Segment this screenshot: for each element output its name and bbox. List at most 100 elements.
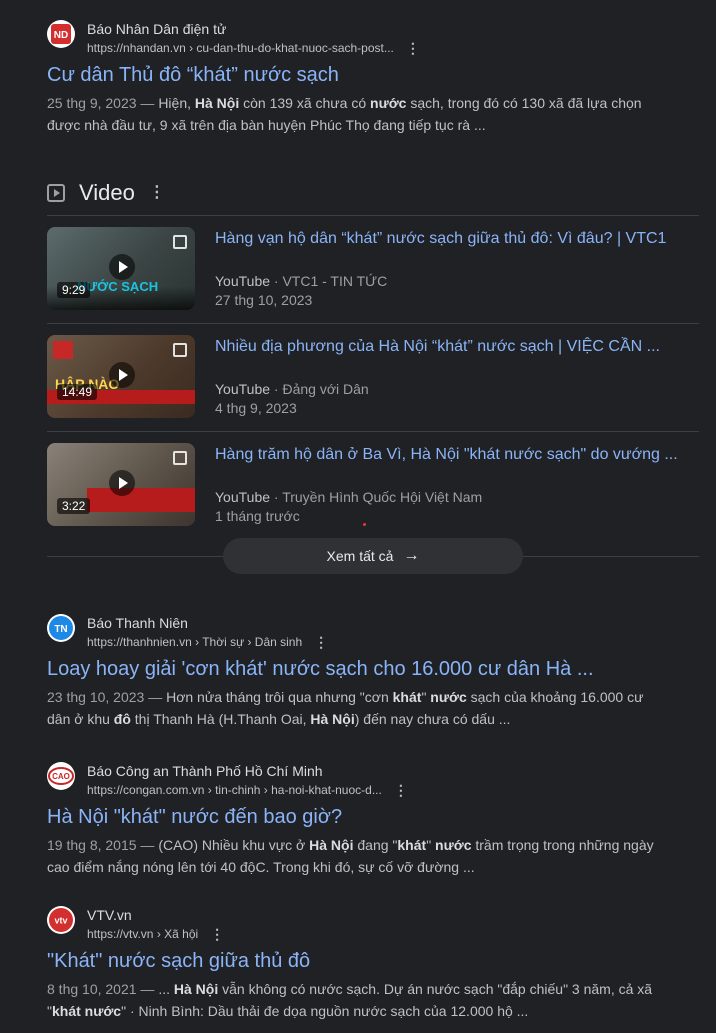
congan-logo-icon: CAO <box>48 767 74 785</box>
video-platform: YouTube <box>215 273 271 289</box>
video-title-link[interactable]: Hàng vạn hộ dân “khát” nước sạch giữa th… <box>215 228 699 250</box>
vtv-logo-icon: vtv <box>49 908 73 932</box>
site-name: Báo Nhân Dân điện tử <box>87 21 227 37</box>
site-url: https://vtv.vn <box>87 927 154 941</box>
site-url: https://thanhnien.vn <box>87 635 192 649</box>
video-item[interactable]: 3:22 Hàng trăm hộ dân ở Ba Vì, Hà Nội "k… <box>47 431 699 539</box>
video-platform: YouTube <box>215 489 271 505</box>
video-item[interactable]: NƯỚC SẠCH 9:29 Hàng vạn hộ dân “khát” nư… <box>47 215 699 323</box>
search-result: ND Báo Nhân Dân điện tử https://nhandan.… <box>47 20 667 136</box>
result-title-link[interactable]: "Khát" nước sạch giữa thủ đô <box>47 948 667 974</box>
url-breadcrumb: › Thời sự › Dân sinh <box>195 635 303 649</box>
result-snippet: 23 thg 10, 2023 — Hơn nửa tháng trôi qua… <box>47 686 667 730</box>
search-result: TN Báo Thanh Niên https://thanhnien.vn ›… <box>47 614 667 730</box>
video-duration: 9:29 <box>57 282 91 298</box>
url-breadcrumb: › Xã hội <box>156 927 199 941</box>
video-thumbnail[interactable]: HẬP NÀO 14:49 <box>47 335 195 418</box>
result-title-link[interactable]: Loay hoay giải 'cơn khát' nước sạch cho … <box>47 656 667 682</box>
keyword-highlight: Hà Nội <box>309 837 354 853</box>
keyword-highlight: khát <box>392 689 422 705</box>
more-options-icon[interactable]: ⋮ <box>406 41 420 55</box>
see-all-videos-button[interactable]: Xem tất cả → <box>223 538 523 574</box>
video-channel: · VTC1 - TIN TỨC <box>273 273 388 289</box>
video-platform: YouTube <box>215 381 271 397</box>
video-channel: · Truyền Hình Quốc Hội Việt Nam <box>273 489 483 505</box>
snippet-text: thị Thanh Hà (H.Thanh Oai, <box>130 711 311 727</box>
play-icon <box>109 254 135 280</box>
search-result: CAO Báo Công an Thành Phố Hồ Chí Minh ht… <box>47 762 667 878</box>
snippet-text: Hơn nửa tháng trôi qua nhưng "cơn <box>166 689 393 705</box>
result-source[interactable]: ND Báo Nhân Dân điện tử https://nhandan.… <box>47 20 667 55</box>
keyword-highlight: đô <box>113 711 131 727</box>
snippet-text: còn 139 xã chưa có <box>239 95 371 111</box>
snippet-text: " · Ninh Bình: Dầu thải đe dọa nguồn nướ… <box>121 1003 529 1019</box>
site-url: https://nhandan.vn <box>87 41 186 55</box>
video-section-title: Video <box>79 180 135 205</box>
result-date: 25 thg 9, 2023 — <box>47 95 159 111</box>
result-date: 8 thg 10, 2021 — <box>47 981 159 997</box>
result-source[interactable]: vtv VTV.vn https://vtv.vn › Xã hội ⋮ <box>47 906 667 941</box>
keyword-highlight: Hà Nội <box>173 981 219 997</box>
snippet-text: Hiện, <box>158 95 195 111</box>
keyword-highlight: Hà Nội <box>310 711 355 727</box>
result-source[interactable]: CAO Báo Công an Thành Phố Hồ Chí Minh ht… <box>47 762 667 797</box>
more-options-icon[interactable]: ⋮ <box>394 783 408 797</box>
svg-text:TN: TN <box>54 624 67 635</box>
more-options-icon[interactable]: ⋮ <box>210 927 224 941</box>
video-duration: 14:49 <box>57 384 98 400</box>
keyword-highlight: nước <box>435 837 472 853</box>
keyword-highlight: Hà Nội <box>194 95 240 111</box>
result-snippet: 19 thg 8, 2015 — (CAO) Nhiều khu vực ở H… <box>47 834 667 878</box>
url-breadcrumb: › cu-dan-thu-do-khat-nuoc-sach-post... <box>189 41 394 55</box>
result-title-link[interactable]: Hà Nội "khát" nước đến bao giờ? <box>47 804 667 830</box>
arrow-right-icon: → <box>403 547 420 564</box>
site-name: Báo Thanh Niên <box>87 615 188 631</box>
result-source[interactable]: TN Báo Thanh Niên https://thanhnien.vn ›… <box>47 614 667 649</box>
snippet-text: " <box>421 689 431 705</box>
cursor-marker <box>363 523 366 526</box>
video-icon <box>47 184 65 202</box>
result-snippet: 8 thg 10, 2021 — ... Hà Nội vẫn không có… <box>47 978 667 1022</box>
snippet-text: đang " <box>353 837 398 853</box>
snippet-text: ... <box>158 981 174 997</box>
keyword-highlight: khát <box>397 837 427 853</box>
video-date: 27 thg 10, 2023 <box>215 292 313 308</box>
search-result: vtv VTV.vn https://vtv.vn › Xã hội ⋮ "Kh… <box>47 906 667 1022</box>
video-title-link[interactable]: Hàng trăm hộ dân ở Ba Vì, Hà Nội "khát n… <box>215 444 699 466</box>
video-duration: 3:22 <box>57 498 91 514</box>
video-date: 4 thg 9, 2023 <box>215 400 297 416</box>
video-thumbnail[interactable]: 3:22 <box>47 443 195 526</box>
see-all-label: Xem tất cả <box>326 548 394 564</box>
video-channel: · Đảng với Dân <box>273 381 369 397</box>
video-title-link[interactable]: Nhiều địa phương của Hà Nội “khát” nước … <box>215 336 699 358</box>
more-options-icon[interactable]: ⋮ <box>149 185 165 201</box>
url-breadcrumb: › tin-chinh › ha-noi-khat-nuoc-d... <box>207 783 382 797</box>
snippet-text: (CAO) Nhiều khu vực ở <box>158 837 310 853</box>
result-date: 19 thg 8, 2015 — <box>47 837 159 853</box>
result-title-link[interactable]: Cư dân Thủ đô “khát” nước sạch <box>47 62 667 88</box>
site-favicon: TN <box>47 614 75 642</box>
svg-text:ND: ND <box>54 30 68 41</box>
site-favicon: ND <box>47 20 75 48</box>
site-name: Báo Công an Thành Phố Hồ Chí Minh <box>87 763 323 779</box>
snippet-text: " <box>426 837 436 853</box>
site-favicon: CAO <box>47 762 75 790</box>
keyword-highlight: nước <box>430 689 467 705</box>
open-external-icon <box>173 343 187 357</box>
keyword-highlight: khát nước <box>51 1003 122 1019</box>
video-item[interactable]: HẬP NÀO 14:49 Nhiều địa phương của Hà Nộ… <box>47 323 699 431</box>
site-favicon: vtv <box>47 906 75 934</box>
thanhnien-logo-icon: TN <box>49 616 73 640</box>
svg-text:CAO: CAO <box>52 772 70 781</box>
keyword-highlight: nước <box>370 95 407 111</box>
site-url: https://congan.com.vn <box>87 783 205 797</box>
open-external-icon <box>173 235 187 249</box>
result-date: 23 thg 10, 2023 — <box>47 689 167 705</box>
more-options-icon[interactable]: ⋮ <box>314 635 328 649</box>
open-external-icon <box>173 451 187 465</box>
snippet-text: ) đến nay chưa có dấu ... <box>354 711 511 727</box>
site-name: VTV.vn <box>87 907 132 923</box>
result-snippet: 25 thg 9, 2023 — Hiện, Hà Nội còn 139 xã… <box>47 92 667 136</box>
video-date: 1 tháng trước <box>215 508 300 524</box>
video-thumbnail[interactable]: NƯỚC SẠCH 9:29 <box>47 227 195 310</box>
